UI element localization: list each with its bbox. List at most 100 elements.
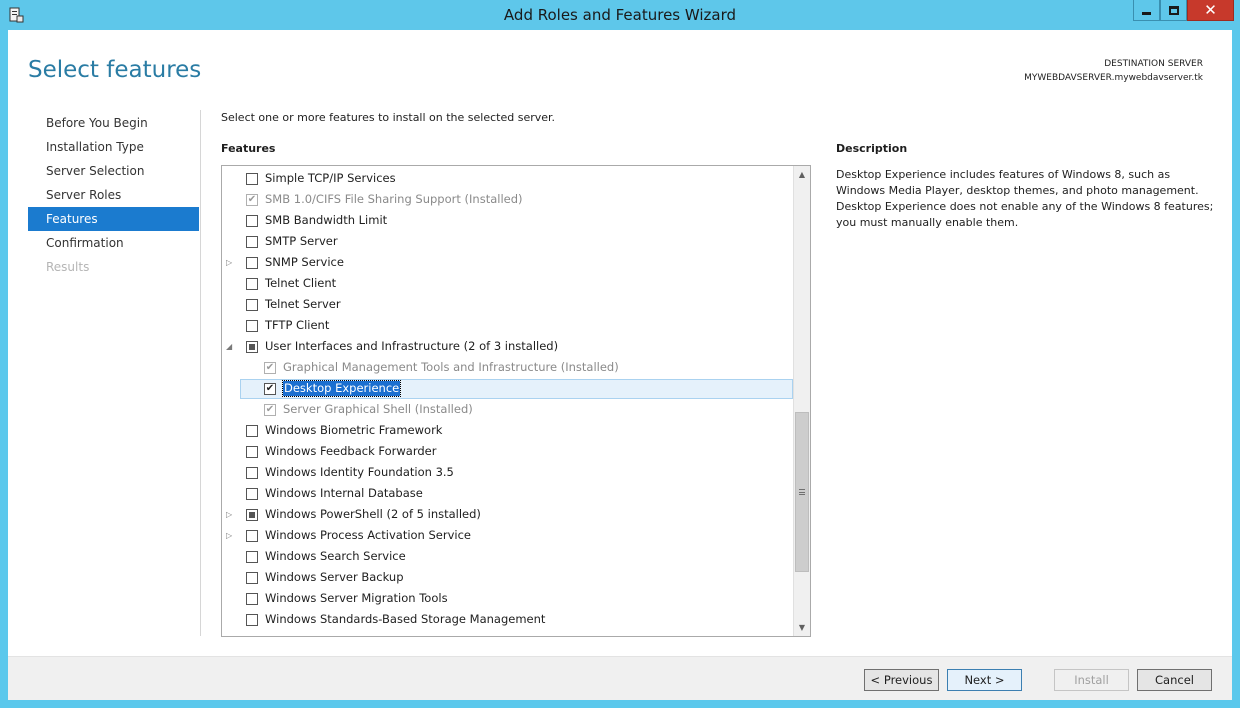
feature-label: SMTP Server <box>265 234 338 248</box>
title-bar: Add Roles and Features Wizard ✕ <box>0 0 1240 30</box>
feature-row[interactable]: Windows Server Backup <box>222 567 792 588</box>
feature-checkbox[interactable] <box>246 236 258 248</box>
collapsed-triangle-icon[interactable]: ▷ <box>226 525 236 546</box>
feature-checkbox[interactable] <box>246 341 258 353</box>
nav-item-server-roles[interactable]: Server Roles <box>28 183 199 207</box>
grip-icon <box>799 489 805 495</box>
collapsed-triangle-icon[interactable]: ▷ <box>226 252 236 273</box>
feature-label: Telnet Client <box>265 276 337 290</box>
feature-checkbox[interactable] <box>246 593 258 605</box>
feature-row[interactable]: Simple TCP/IP Services <box>222 168 792 189</box>
previous-button[interactable]: < Previous <box>864 669 939 691</box>
wizard-nav: Before You Begin Installation Type Server … <box>28 111 199 279</box>
collapsed-triangle-icon[interactable]: ▷ <box>226 504 236 525</box>
feature-label: SMB Bandwidth Limit <box>265 213 388 227</box>
feature-checkbox[interactable] <box>246 488 258 500</box>
feature-row[interactable]: Windows Standards-Based Storage Manageme… <box>222 609 792 630</box>
scroll-thumb[interactable] <box>795 412 809 572</box>
scroll-up-icon[interactable]: ▲ <box>794 166 810 183</box>
feature-row[interactable]: ▷ Windows PowerShell (2 of 5 installed) <box>222 504 792 525</box>
feature-row[interactable]: ◢ User Interfaces and Infrastructure (2 o… <box>222 336 792 357</box>
feature-label: Windows Feedback Forwarder <box>265 444 437 458</box>
expanded-triangle-icon[interactable]: ◢ <box>226 336 236 357</box>
feature-row[interactable]: SMB Bandwidth Limit <box>222 210 792 231</box>
feature-label: Desktop Experience <box>281 380 402 397</box>
minimize-icon <box>1142 11 1151 15</box>
maximize-button[interactable] <box>1160 0 1187 21</box>
feature-checkbox: ✔ <box>246 194 258 206</box>
feature-row[interactable]: Telnet Client <box>222 273 792 294</box>
feature-row[interactable]: Windows Feedback Forwarder <box>222 441 792 462</box>
description-heading: Description <box>836 142 908 155</box>
feature-row[interactable]: TFTP Client <box>222 315 792 336</box>
wizard-client-area: Select features DESTINATION SERVER MYWEB… <box>8 30 1232 700</box>
feature-row[interactable]: Windows Search Service <box>222 546 792 567</box>
nav-item-before-you-begin[interactable]: Before You Begin <box>28 111 199 135</box>
feature-row[interactable]: ✔ Graphical Management Tools and Infrastr… <box>222 357 792 378</box>
feature-checkbox[interactable] <box>246 446 258 458</box>
feature-checkbox[interactable] <box>246 509 258 521</box>
nav-item-server-selection[interactable]: Server Selection <box>28 159 199 183</box>
feature-label: Windows Server Migration Tools <box>265 591 448 605</box>
feature-checkbox: ✔ <box>264 362 276 374</box>
feature-row[interactable]: ✔ SMB 1.0/CIFS File Sharing Support (Inst… <box>222 189 792 210</box>
feature-label: Graphical Management Tools and Infrastru… <box>283 360 619 374</box>
feature-checkbox[interactable] <box>246 551 258 563</box>
feature-label: Telnet Server <box>265 297 341 311</box>
close-button[interactable]: ✕ <box>1187 0 1234 21</box>
feature-row[interactable]: ▷ SNMP Service <box>222 252 792 273</box>
description-text: Desktop Experience includes features of … <box>836 168 1214 229</box>
intro-text: Select one or more features to install o… <box>221 111 556 124</box>
cancel-button[interactable]: Cancel <box>1137 669 1212 691</box>
minimize-button[interactable] <box>1133 0 1160 21</box>
feature-checkbox[interactable] <box>246 257 258 269</box>
feature-label: Windows Server Backup <box>265 570 404 584</box>
feature-row[interactable]: ✔ Desktop Experience <box>222 378 793 399</box>
feature-label: Simple TCP/IP Services <box>265 171 396 185</box>
feature-label: SNMP Service <box>265 255 344 269</box>
feature-checkbox[interactable] <box>246 320 258 332</box>
feature-checkbox[interactable] <box>246 299 258 311</box>
feature-checkbox[interactable]: ✔ <box>264 383 276 395</box>
feature-row[interactable]: Windows Internal Database <box>222 483 792 504</box>
wizard-footer: < Previous Next > Install Cancel <box>8 656 1232 700</box>
feature-label: Windows Process Activation Service <box>265 528 472 542</box>
features-tree[interactable]: Simple TCP/IP Services ✔ SMB 1.0/CIFS File… <box>221 165 811 637</box>
feature-label: Windows Biometric Framework <box>265 423 443 437</box>
feature-checkbox[interactable] <box>246 530 258 542</box>
features-heading: Features <box>221 142 276 155</box>
scroll-down-icon[interactable]: ▼ <box>794 619 810 636</box>
feature-row[interactable]: SMTP Server <box>222 231 792 252</box>
maximize-icon <box>1168 5 1179 15</box>
feature-checkbox[interactable] <box>246 425 258 437</box>
close-icon: ✕ <box>1204 0 1217 19</box>
destination-server-name: MYWEBDAVSERVER.mywebdavserver.tk <box>1024 73 1203 83</box>
feature-checkbox[interactable] <box>246 278 258 290</box>
nav-item-features[interactable]: Features <box>28 207 199 231</box>
feature-checkbox[interactable] <box>246 614 258 626</box>
features-scrollbar[interactable]: ▲ ▼ <box>793 166 810 636</box>
nav-divider <box>200 110 201 636</box>
features-list: Simple TCP/IP Services ✔ SMB 1.0/CIFS File… <box>222 168 793 630</box>
feature-row[interactable]: ✔ Server Graphical Shell (Installed) <box>222 399 792 420</box>
nav-item-results: Results <box>46 260 90 274</box>
feature-label: Windows Identity Foundation 3.5 <box>265 465 454 479</box>
feature-checkbox[interactable] <box>246 467 258 479</box>
nav-item-confirmation[interactable]: Confirmation <box>28 231 199 255</box>
feature-row[interactable]: Windows Biometric Framework <box>222 420 792 441</box>
feature-row[interactable]: Windows Identity Foundation 3.5 <box>222 462 792 483</box>
feature-row[interactable]: ▷ Windows Process Activation Service <box>222 525 792 546</box>
next-button[interactable]: Next > <box>947 669 1022 691</box>
nav-item-installation-type[interactable]: Installation Type <box>28 135 199 159</box>
feature-label: Windows PowerShell (2 of 5 installed) <box>265 507 481 521</box>
feature-label: Windows Standards-Based Storage Manageme… <box>265 612 546 626</box>
feature-checkbox[interactable] <box>246 572 258 584</box>
page-title: Select features <box>28 57 202 83</box>
feature-label: Windows Search Service <box>265 549 406 563</box>
feature-checkbox[interactable] <box>246 215 258 227</box>
feature-row[interactable]: Windows Server Migration Tools <box>222 588 792 609</box>
feature-checkbox[interactable] <box>246 173 258 185</box>
feature-row[interactable]: Telnet Server <box>222 294 792 315</box>
feature-label: Windows Internal Database <box>265 486 423 500</box>
install-button[interactable]: Install <box>1054 669 1129 691</box>
